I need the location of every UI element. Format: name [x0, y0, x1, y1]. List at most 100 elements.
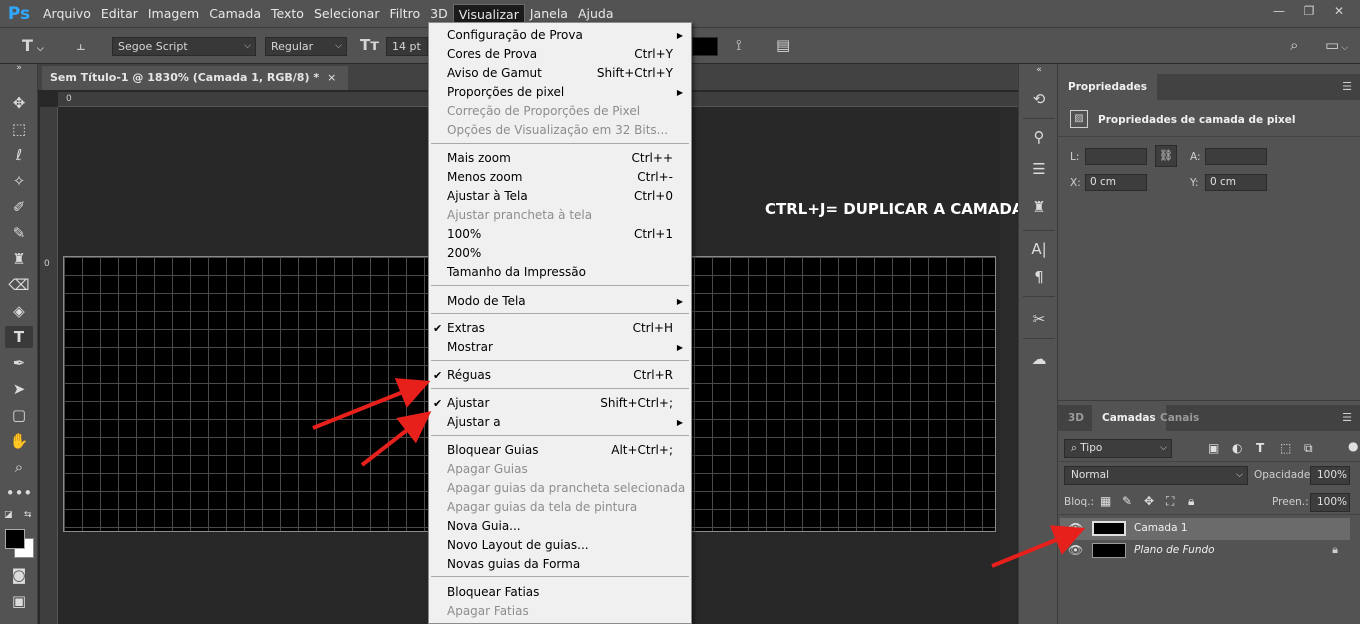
panel-collapse-icon[interactable]: « [1028, 64, 1050, 76]
tab-3d[interactable]: 3D [1058, 405, 1094, 431]
default-colors-icon[interactable]: ◪ [4, 510, 13, 520]
close-button[interactable]: ✕ [1324, 2, 1354, 20]
menu-item-menos-zoom[interactable]: Menos zoom Ctrl+- [429, 168, 691, 187]
libraries-icon[interactable]: ☁ [1028, 348, 1050, 370]
panel-menu-icon[interactable]: ☰ [1342, 80, 1352, 93]
height-field[interactable] [1205, 148, 1267, 165]
path-selection-tool-icon[interactable]: ➤ [5, 378, 33, 400]
panel-collapse-icon[interactable]: » [5, 63, 33, 73]
menu-item-100[interactable]: 100% Ctrl+1 [429, 225, 691, 244]
tab-propriedades[interactable]: Propriedades [1058, 74, 1157, 100]
lasso-tool-icon[interactable]: ℓ [5, 144, 33, 166]
menu-editar[interactable]: Editar [96, 4, 143, 24]
restore-button[interactable]: ❐ [1294, 2, 1324, 20]
foreground-color-swatch[interactable] [5, 529, 25, 549]
menu-item-nova-guia[interactable]: Nova Guia... [429, 517, 691, 536]
opacity-field[interactable]: 100% [1310, 466, 1350, 485]
close-tab-icon[interactable]: × [327, 71, 336, 84]
eye-icon[interactable]: 👁︎ [1068, 543, 1083, 557]
marquee-tool-icon[interactable]: ⬚ [5, 118, 33, 140]
quick-mask-icon[interactable]: ◙ [5, 564, 33, 586]
vertical-scrollbar[interactable] [1000, 107, 1018, 624]
more-tools-icon[interactable]: ••• [5, 482, 33, 504]
pen-tool-icon[interactable]: ✒ [5, 352, 33, 374]
font-style-select[interactable]: Regular ⌵ [265, 37, 347, 56]
filter-type-icon[interactable]: T [1256, 441, 1264, 455]
menu-item-proporcoes-de-pixel[interactable]: Proporções de pixel ▶ [429, 83, 691, 102]
menu-3d[interactable]: 3D [425, 4, 453, 24]
menu-ajuda[interactable]: Ajuda [573, 4, 619, 24]
link-proportions-icon[interactable]: ⛓ [1155, 145, 1177, 167]
screen-mode-icon[interactable]: ▣ [5, 590, 33, 612]
eraser-tool-icon[interactable]: ⌫ [5, 274, 33, 296]
menu-item-tamanho-da-impressao[interactable]: Tamanho da Impressão [429, 263, 691, 282]
lock-artboard-icon[interactable]: ⛶ [1166, 494, 1174, 509]
warp-text-icon[interactable]: ⟟ [736, 36, 742, 54]
menu-janela[interactable]: Janela [525, 4, 573, 24]
workspace-icon[interactable]: ▭ ⌵ [1325, 36, 1348, 54]
panel-menu-icon[interactable]: ☰ [1342, 411, 1352, 424]
menu-item-mais-zoom[interactable]: Mais zoom Ctrl++ [429, 149, 691, 168]
layer-row-plano-de-fundo[interactable]: 👁︎ Plano de Fundo 🔒︎ [1060, 540, 1350, 562]
menu-item-mostrar[interactable]: Mostrar ▶ [429, 338, 691, 357]
clone-source-icon[interactable]: ♜ [1028, 196, 1050, 218]
lock-transparent-icon[interactable]: ▦ [1100, 494, 1111, 508]
menu-item-configuracao-de-prova[interactable]: Configuração de Prova ▶ [429, 26, 691, 45]
lock-all-icon[interactable]: 🔒︎ [1188, 494, 1194, 509]
magic-wand-tool-icon[interactable]: ✧ [5, 170, 33, 192]
text-orientation-icon[interactable]: ⫠ [76, 36, 85, 54]
font-family-select[interactable]: Segoe Script ⌵ [112, 37, 256, 56]
minimize-button[interactable]: — [1264, 2, 1294, 20]
menu-item-modo-de-tela[interactable]: Modo de Tela ▶ [429, 292, 691, 311]
document-tab[interactable]: Sem Título-1 @ 1830% (Camada 1, RGB/8) *… [42, 66, 349, 90]
move-tool-icon[interactable]: ✥ [5, 92, 33, 114]
menu-texto[interactable]: Texto [266, 4, 309, 24]
menu-camada[interactable]: Camada [204, 4, 266, 24]
type-tool-preset-icon[interactable]: T ⌵ [22, 36, 44, 55]
blend-mode-select[interactable]: Normal ⌵ [1064, 466, 1248, 485]
menu-item-extras[interactable]: ✔ Extras Ctrl+H [429, 319, 691, 338]
brush-tool-icon[interactable]: ✎ [5, 222, 33, 244]
swap-colors-icon[interactable]: ⇆ [24, 510, 32, 520]
menu-selecionar[interactable]: Selecionar [309, 4, 385, 24]
menu-item-bloquear-guias[interactable]: Bloquear Guias Alt+Ctrl+; [429, 441, 691, 460]
filter-shape-icon[interactable]: ⬚ [1280, 441, 1291, 455]
brushes-icon[interactable]: ⚲ [1028, 126, 1050, 148]
text-color-swatch[interactable] [692, 37, 718, 56]
menu-item-bloquear-fatias[interactable]: Bloquear Fatias [429, 583, 691, 602]
menu-item-reguas[interactable]: ✔ Réguas Ctrl+R [429, 366, 691, 385]
lock-image-icon[interactable]: ✎ [1122, 494, 1132, 508]
type-tool-icon[interactable]: T [5, 326, 33, 348]
character-panel-icon[interactable]: ▤ [776, 36, 790, 54]
menu-item-ajustar-a-tela[interactable]: Ajustar à Tela Ctrl+0 [429, 187, 691, 206]
hand-tool-icon[interactable]: ✋ [5, 430, 33, 452]
tools-preset-icon[interactable]: ✂ [1028, 308, 1050, 330]
tab-canais[interactable]: Canais [1150, 405, 1209, 431]
layer-row-camada-1[interactable]: 👁︎ Camada 1 [1060, 518, 1350, 540]
menu-filtro[interactable]: Filtro [384, 4, 425, 24]
layer-filter-select[interactable]: ⌕ Tipo ⌵ [1064, 439, 1172, 458]
filter-pixel-icon[interactable]: ▣ [1208, 441, 1219, 455]
menu-item-cores-de-prova[interactable]: Cores de Prova Ctrl+Y [429, 45, 691, 64]
vertical-ruler[interactable]: 0 [40, 107, 58, 624]
eyedropper-tool-icon[interactable]: ✐ [5, 196, 33, 218]
filter-adjustment-icon[interactable]: ◐ [1232, 441, 1242, 455]
adjustments-icon[interactable]: ☰ [1028, 158, 1050, 180]
menu-item-novas-guias-da-forma[interactable]: Novas guias da Forma [429, 555, 691, 574]
eye-icon[interactable]: 👁︎ [1068, 521, 1083, 535]
lock-position-icon[interactable]: ✥ [1144, 494, 1154, 508]
search-icon[interactable]: ⌕ [1290, 36, 1298, 54]
x-field[interactable]: 0 cm [1085, 174, 1147, 191]
y-field[interactable]: 0 cm [1205, 174, 1267, 191]
menu-imagem[interactable]: Imagem [143, 4, 204, 24]
shape-tool-icon[interactable]: ▢ [5, 404, 33, 426]
menu-visualizar[interactable]: Visualizar [452, 3, 525, 24]
menu-item-aviso-de-gamut[interactable]: Aviso de Gamut Shift+Ctrl+Y [429, 64, 691, 83]
font-size-select[interactable]: 14 pt [386, 37, 428, 56]
menu-item-ajustar-a[interactable]: Ajustar a ▶ [429, 413, 691, 432]
filter-smart-object-icon[interactable]: ⧉ [1304, 441, 1313, 456]
paint-bucket-tool-icon[interactable]: ◈ [5, 300, 33, 322]
stamp-tool-icon[interactable]: ♜ [5, 248, 33, 270]
history-icon[interactable]: ⟲ [1028, 88, 1050, 110]
menu-item-ajustar[interactable]: ✔ Ajustar Shift+Ctrl+; [429, 394, 691, 413]
